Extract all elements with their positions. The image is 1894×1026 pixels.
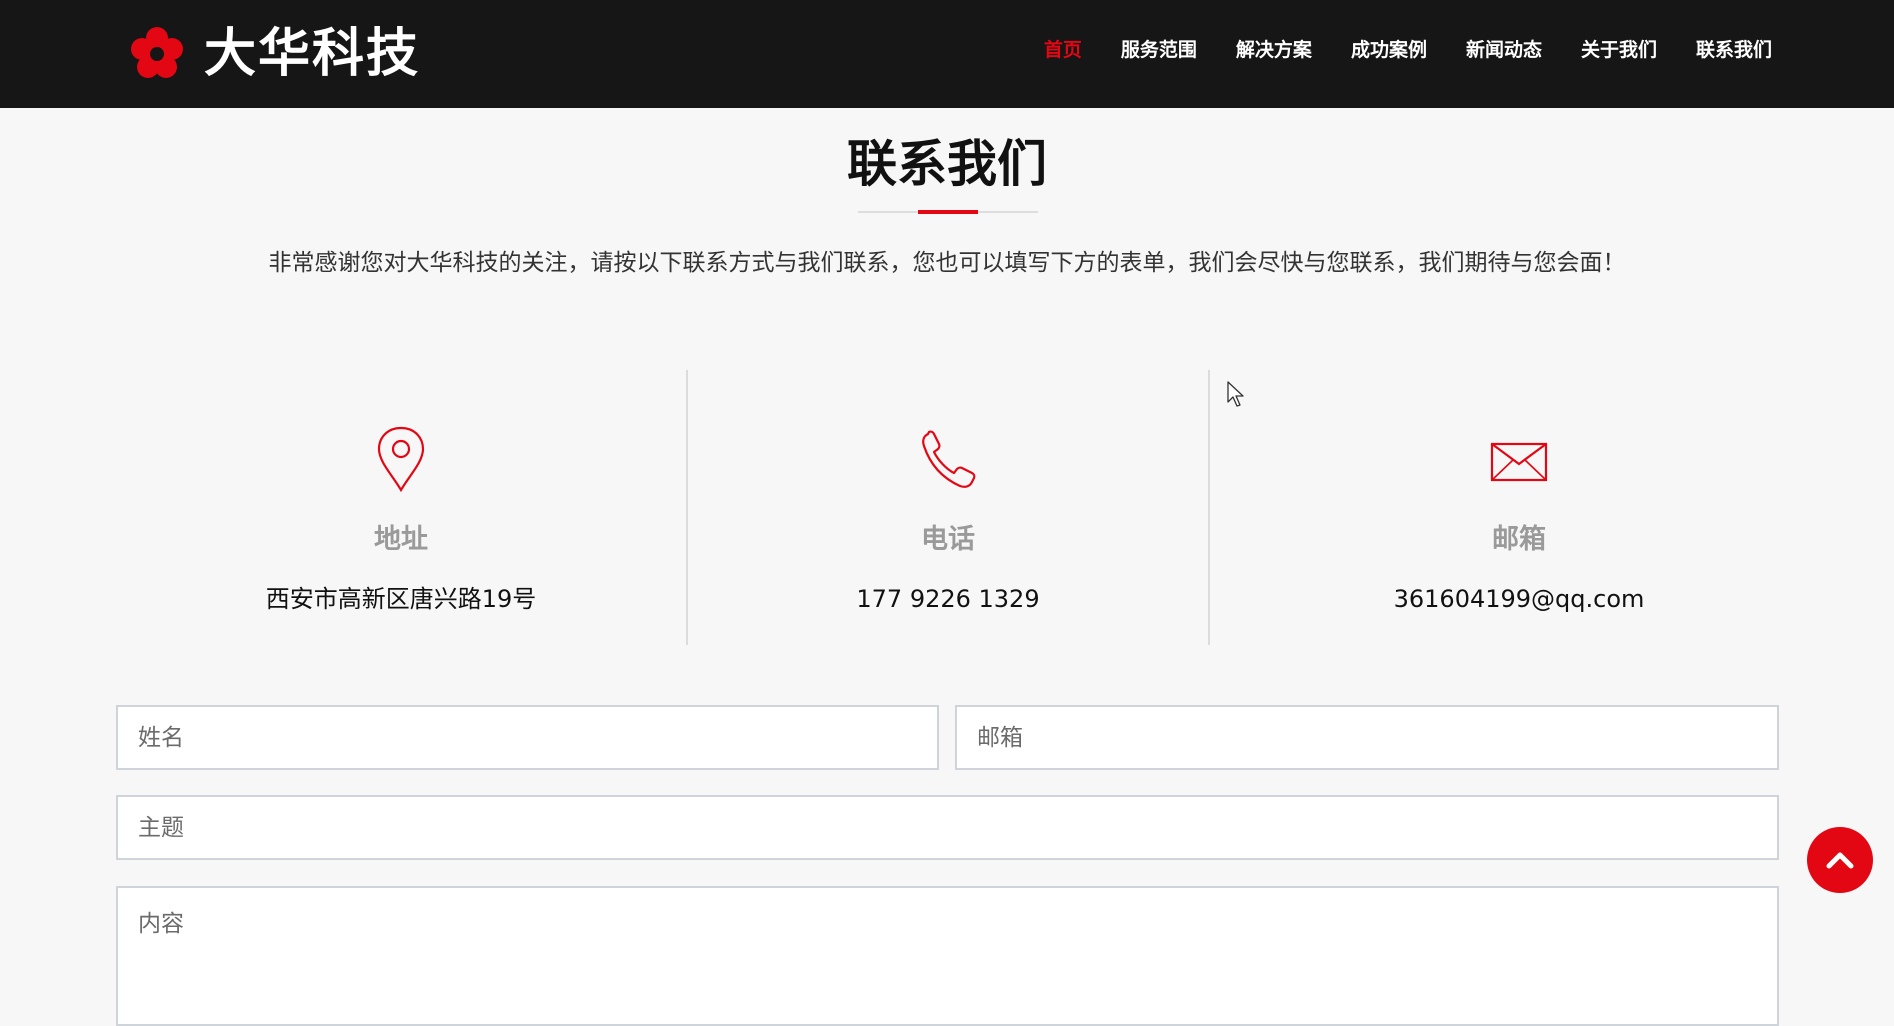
address-value: 西安市高新区唐兴路19号 bbox=[265, 585, 537, 613]
phone-value: 177 9226 1329 bbox=[856, 585, 1040, 613]
logo-text: 大华科技 bbox=[204, 24, 421, 84]
nav-item-services[interactable]: 服务范围 bbox=[1121, 36, 1197, 64]
page-title: 联系我们 bbox=[847, 135, 1047, 193]
email-value: 361604199@qq.com bbox=[1393, 585, 1645, 613]
title-divider-accent bbox=[918, 210, 978, 214]
phone-label: 电话 bbox=[921, 524, 975, 555]
address-label: 地址 bbox=[374, 524, 428, 555]
phone-icon bbox=[922, 430, 976, 488]
contact-phone: 电话 177 9226 1329 bbox=[686, 370, 1208, 645]
main-nav: 首页 服务范围 解决方案 成功案例 新闻动态 关于我们 联系我们 bbox=[1005, 36, 1772, 64]
nav-item-home[interactable]: 首页 bbox=[1044, 36, 1082, 64]
chevron-up-icon bbox=[1826, 852, 1854, 869]
nav-item-solutions[interactable]: 解决方案 bbox=[1236, 36, 1312, 64]
contact-address: 地址 西安市高新区唐兴路19号 bbox=[116, 370, 686, 645]
mouse-cursor-icon bbox=[1227, 381, 1244, 407]
back-to-top-button[interactable] bbox=[1807, 827, 1873, 893]
mail-icon bbox=[1490, 442, 1548, 482]
intro-text: 非常感谢您对大华科技的关注，请按以下联系方式与我们联系，您也可以填写下方的表单，… bbox=[268, 250, 1626, 276]
content-textarea[interactable] bbox=[116, 886, 1779, 1026]
subject-input[interactable] bbox=[116, 795, 1779, 860]
email-input[interactable] bbox=[955, 705, 1779, 770]
name-input[interactable] bbox=[116, 705, 939, 770]
map-pin-icon bbox=[377, 426, 425, 493]
flower-logo-icon bbox=[131, 27, 183, 78]
nav-item-about[interactable]: 关于我们 bbox=[1581, 36, 1657, 64]
site-header: 大华科技 首页 服务范围 解决方案 成功案例 新闻动态 关于我们 联系我们 bbox=[0, 0, 1894, 108]
nav-item-cases[interactable]: 成功案例 bbox=[1351, 36, 1427, 64]
contact-email: 邮箱 361604199@qq.com bbox=[1208, 370, 1828, 645]
nav-item-contact[interactable]: 联系我们 bbox=[1696, 36, 1772, 64]
nav-item-news[interactable]: 新闻动态 bbox=[1466, 36, 1542, 64]
logo[interactable]: 大华科技 bbox=[130, 26, 420, 82]
email-label: 邮箱 bbox=[1492, 524, 1546, 555]
